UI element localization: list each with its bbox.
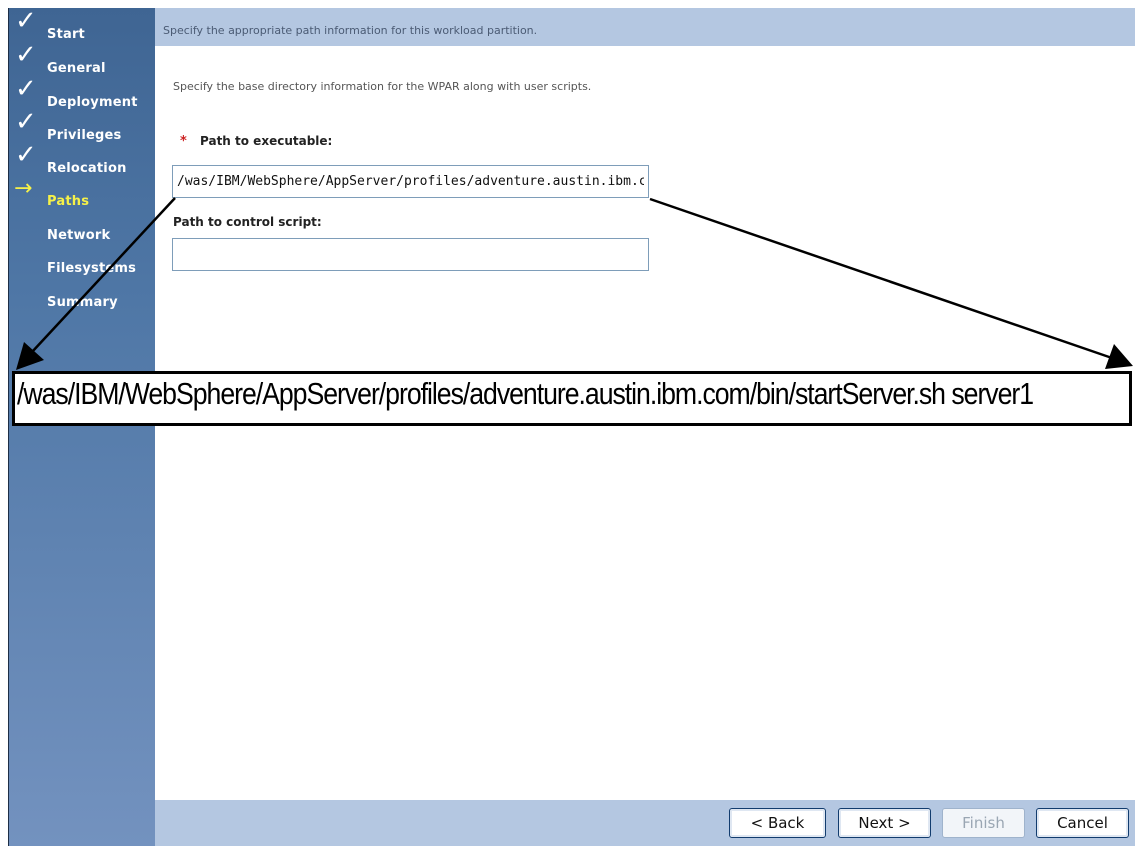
step-relocation[interactable]: ✓ Relocation — [9, 142, 156, 178]
step-label: Deployment — [47, 95, 138, 110]
wizard-window — [8, 8, 1135, 846]
form-intro: Specify the base directory information f… — [173, 80, 592, 93]
check-icon: ✓ — [15, 40, 37, 70]
page-description: Specify the appropriate path information… — [163, 24, 538, 37]
step-network[interactable]: Network — [9, 215, 156, 245]
required-marker: * — [180, 134, 187, 149]
executable-path-input[interactable] — [172, 165, 649, 198]
executable-path-label: Path to executable: — [200, 134, 333, 148]
check-icon: ✓ — [15, 140, 37, 170]
step-label: Paths — [47, 194, 90, 209]
step-paths[interactable]: → Paths — [9, 176, 156, 211]
back-button[interactable]: < Back — [729, 808, 826, 838]
check-icon: ✓ — [15, 74, 37, 104]
next-button[interactable]: Next > — [838, 808, 931, 838]
step-label: Network — [47, 228, 111, 243]
step-label: Filesystems — [47, 261, 137, 276]
page-header: Specify the appropriate path information… — [155, 8, 1135, 46]
check-icon: ✓ — [15, 6, 37, 36]
zoom-callout: /was/IBM/WebSphere/AppServer/profiles/ad… — [12, 371, 1132, 426]
step-label: Summary — [47, 295, 118, 310]
cancel-button[interactable]: Cancel — [1036, 808, 1129, 838]
step-filesystems[interactable]: Filesystems — [9, 248, 156, 278]
wizard-sidebar: ✓ Start ✓ General ✓ Deployment ✓ Privile… — [8, 8, 155, 846]
check-icon: ✓ — [15, 107, 37, 137]
step-summary[interactable]: Summary — [9, 282, 156, 312]
step-label: Start — [47, 27, 85, 42]
callout-text: /was/IBM/WebSphere/AppServer/profiles/ad… — [17, 376, 1034, 411]
finish-button: Finish — [942, 808, 1025, 838]
control-script-label: Path to control script: — [173, 215, 322, 229]
right-arrow-icon: → — [14, 176, 33, 201]
step-label: Relocation — [47, 161, 127, 176]
step-label: Privileges — [47, 128, 122, 143]
step-label: General — [47, 61, 106, 76]
control-script-input[interactable] — [172, 238, 649, 271]
